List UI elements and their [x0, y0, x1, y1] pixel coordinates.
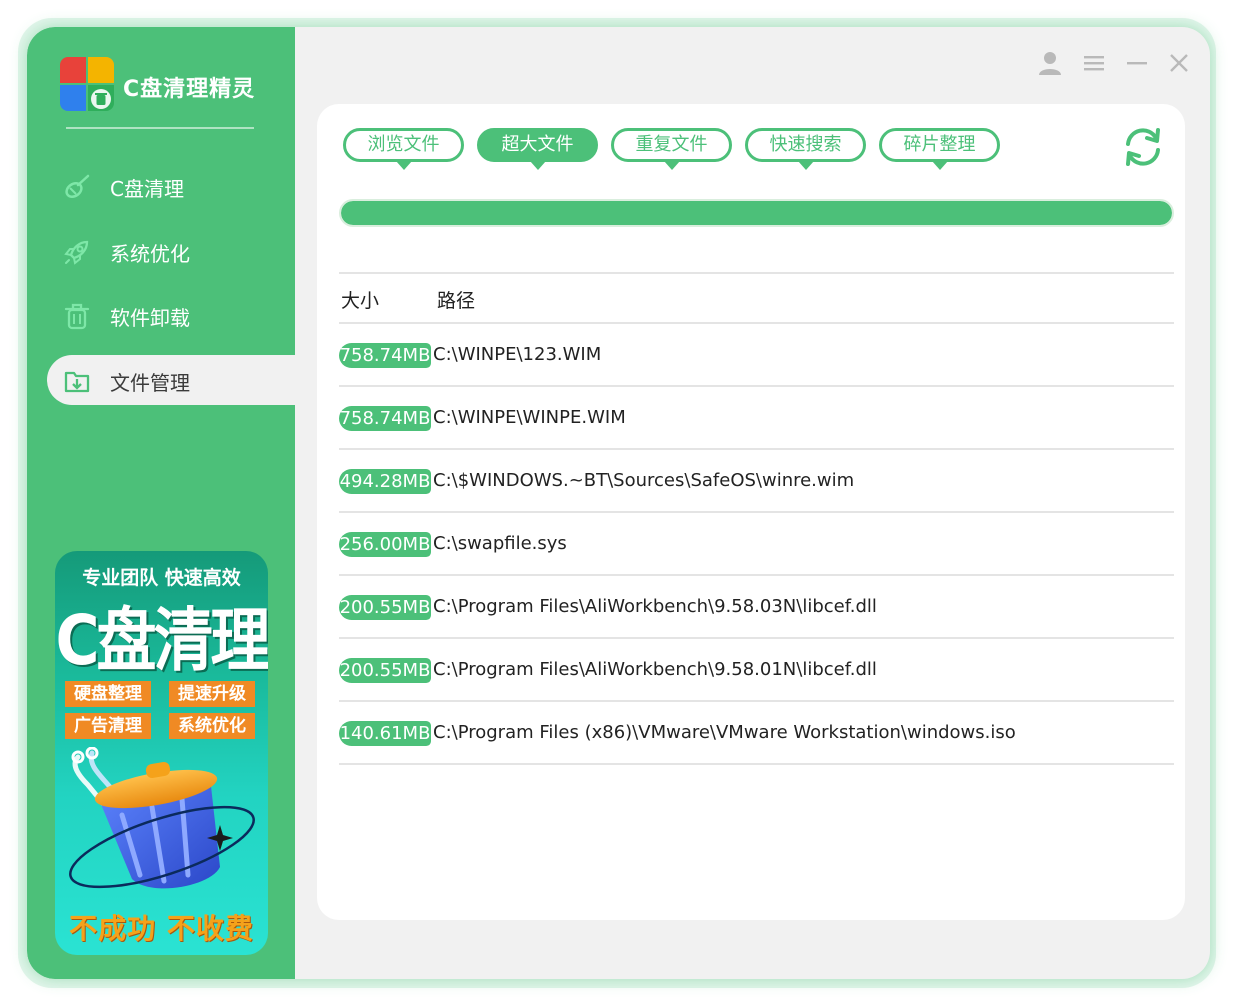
table-row[interactable]: 200.55MB C:\Program Files\AliWorkbench\9.…: [339, 639, 1174, 702]
file-path: C:\WINPE\WINPE.WIM: [433, 407, 626, 428]
table-row[interactable]: 758.74MB C:\WINPE\WINPE.WIM: [339, 387, 1174, 450]
tab-label: 重复文件: [635, 134, 708, 155]
menu-icon[interactable]: [1080, 49, 1108, 77]
table-row[interactable]: 140.61MB C:\Program Files (x86)\VMware\VM…: [339, 702, 1174, 765]
column-header-path: 路径: [437, 290, 476, 312]
folder-download-icon: [64, 371, 90, 393]
table-row[interactable]: 758.74MB C:\WINPE\123.WIM: [339, 324, 1174, 387]
promo-guarantee: 不成功 不收费: [69, 912, 254, 945]
trash-icon: [64, 303, 90, 330]
file-path: C:\Program Files\AliWorkbench\9.58.03N\l…: [433, 596, 877, 617]
column-header-size: 大小: [341, 290, 380, 312]
table-header: 大小 路径: [339, 272, 1174, 324]
promo-tag: 广告清理: [65, 713, 151, 739]
large-files-table: 大小 路径 758.74MB C:\WINPE\123.WIM 758.74MB C:…: [339, 272, 1174, 765]
sidebar-item-label: 软件卸载: [110, 306, 190, 330]
tab-pointer: [663, 161, 680, 170]
user-icon[interactable]: [1036, 49, 1064, 77]
file-size-badge: 200.55MB: [339, 658, 431, 683]
file-size-badge: 256.00MB: [339, 532, 431, 557]
close-icon[interactable]: [1165, 49, 1193, 77]
tab-label: 超大文件: [501, 134, 574, 155]
broom-icon: [65, 174, 90, 198]
file-size-badge: 758.74MB: [339, 406, 431, 431]
divider: [66, 127, 254, 129]
file-path: C:\Program Files\AliWorkbench\9.58.01N\l…: [433, 659, 877, 680]
tab-pointer: [395, 161, 412, 170]
file-size-badge: 200.55MB: [339, 595, 431, 620]
file-path: C:\$WINDOWS.~BT\Sources\SafeOS\winre.wim: [433, 470, 855, 491]
sidebar-item-label: 文件管理: [110, 371, 190, 395]
tab-defragment[interactable]: 碎片整理: [879, 128, 1000, 170]
table-row[interactable]: 200.55MB C:\Program Files\AliWorkbench\9.…: [339, 576, 1174, 639]
file-size-badge: 140.61MB: [339, 721, 431, 746]
file-size-badge: 494.28MB: [339, 469, 431, 494]
sidebar-item-label: 系统优化: [110, 242, 190, 266]
tab-pointer: [797, 161, 814, 170]
tab-label: 快速搜索: [769, 134, 842, 155]
table-row[interactable]: 256.00MB C:\swapfile.sys: [339, 513, 1174, 576]
sidebar: C盘清理精灵 C盘清理 系统优化 软件卸载 文件管理 专业团队 快速高效 C盘清…: [27, 27, 295, 979]
tab-browse-files[interactable]: 浏览文件: [343, 128, 464, 170]
promo-title: C盘清理: [55, 600, 268, 682]
minimize-icon[interactable]: [1123, 49, 1151, 77]
tab-label: 浏览文件: [367, 134, 440, 155]
sidebar-item-file-manage[interactable]: 文件管理: [47, 355, 295, 405]
scan-progress-bar: [339, 199, 1174, 227]
trash-bin-icon: [69, 747, 255, 889]
sidebar-item-c-drive-clean[interactable]: C盘清理: [47, 161, 295, 211]
sidebar-item-uninstall[interactable]: 软件卸载: [47, 290, 295, 340]
tab-pointer: [931, 161, 948, 170]
tab-large-files[interactable]: 超大文件: [477, 128, 598, 170]
sidebar-item-system-optimize[interactable]: 系统优化: [47, 226, 295, 276]
file-path: C:\swapfile.sys: [433, 533, 567, 554]
app-window: C盘清理精灵 C盘清理 系统优化 软件卸载 文件管理 专业团队 快速高效 C盘清…: [27, 27, 1210, 979]
file-path: C:\Program Files (x86)\VMware\VMware Wor…: [433, 722, 1016, 743]
tab-pointer: [529, 161, 546, 170]
rocket-icon: [64, 240, 89, 265]
promo-banner[interactable]: 专业团队 快速高效 C盘清理 硬盘整理 提速升级 广告清理 系统优化 不成功 不…: [55, 551, 268, 955]
tab-label: 碎片整理: [903, 134, 976, 155]
tab-duplicate-files[interactable]: 重复文件: [611, 128, 732, 170]
progress-fill: [341, 201, 1172, 225]
promo-tag: 系统优化: [169, 713, 255, 739]
main-panel: 浏览文件 超大文件 重复文件 快速搜索 碎片整理 大小 路径 758.74MB …: [317, 104, 1185, 920]
table-row[interactable]: 494.28MB C:\$WINDOWS.~BT\Sources\SafeOS\w…: [339, 450, 1174, 513]
file-size-badge: 758.74MB: [339, 343, 431, 368]
promo-tag: 提速升级: [169, 681, 255, 707]
promo-tag: 硬盘整理: [65, 681, 151, 707]
app-logo-icon: [60, 57, 116, 113]
tab-quick-search[interactable]: 快速搜索: [745, 128, 866, 170]
sidebar-item-label: C盘清理: [110, 177, 184, 201]
app-title: C盘清理精灵: [123, 77, 256, 102]
refresh-icon[interactable]: [1120, 124, 1166, 170]
file-path: C:\WINPE\123.WIM: [433, 344, 602, 365]
